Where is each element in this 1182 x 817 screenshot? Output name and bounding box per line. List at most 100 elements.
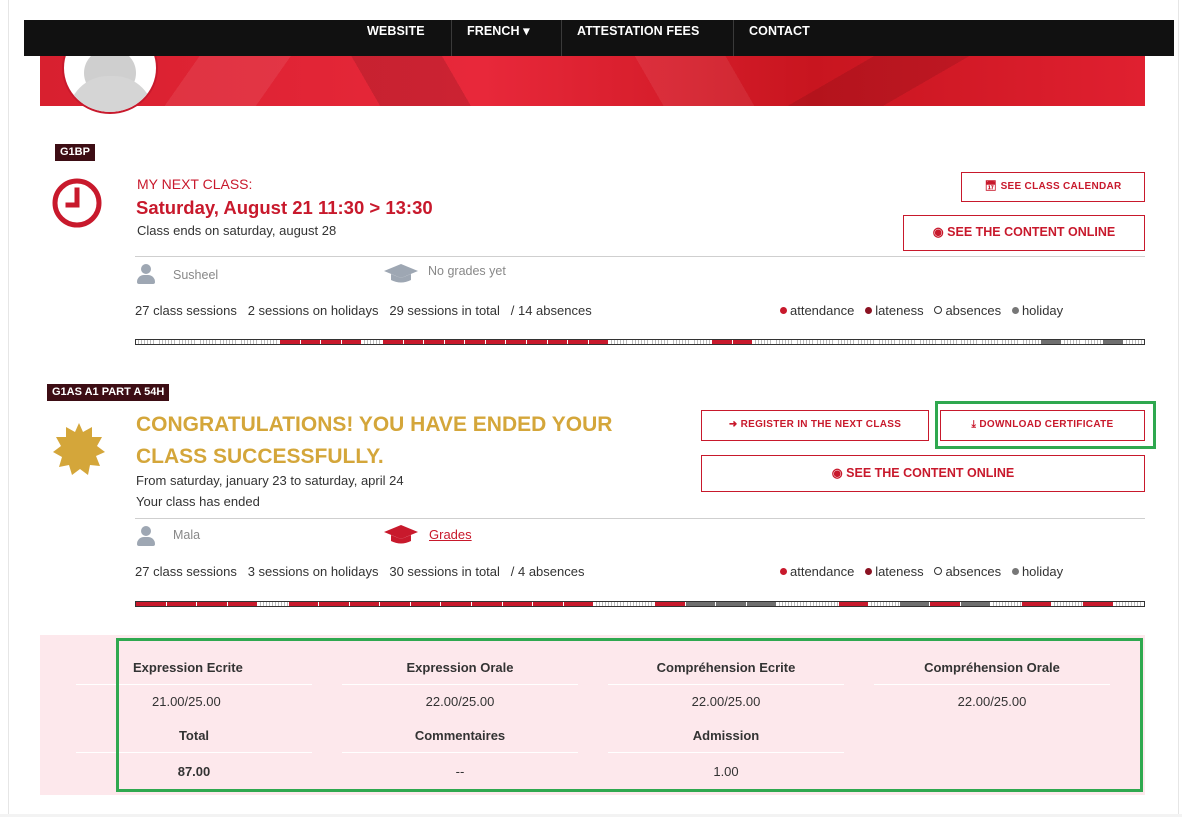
session-segment-holiday xyxy=(1041,340,1063,344)
legend-absences-dot xyxy=(934,306,943,314)
highlight-box-certificate xyxy=(935,401,1156,449)
session-segment-absence xyxy=(979,340,1001,344)
session-segment-attendance xyxy=(444,340,466,344)
session-segment-absence xyxy=(1113,602,1145,606)
session-segment-absence xyxy=(876,340,898,344)
session-segment-attendance xyxy=(136,602,167,606)
session-segment-attendance xyxy=(588,340,610,344)
see-content-online-button[interactable]: ◉ SEE THE CONTENT ONLINE xyxy=(701,455,1145,492)
profile-banner xyxy=(40,56,1145,106)
legend-absences: absences xyxy=(934,303,1001,318)
session-segment-attendance xyxy=(227,602,259,606)
session-segment-attendance xyxy=(485,340,507,344)
session-segment-absence xyxy=(1000,340,1021,344)
legend-attendance: attendance xyxy=(780,303,854,318)
user-icon xyxy=(137,264,155,284)
session-segment-absence xyxy=(856,340,877,344)
session-segment-attendance xyxy=(1082,602,1114,606)
session-segment-absence xyxy=(1082,340,1104,344)
session-segment-absence xyxy=(777,602,809,606)
grades-link[interactable]: Grades xyxy=(429,527,472,542)
session-segment-absence xyxy=(362,340,383,344)
session-segment-absence xyxy=(259,340,281,344)
session-segment-attendance xyxy=(403,340,425,344)
legend-holiday-dot xyxy=(1011,307,1019,314)
session-segment-absence xyxy=(794,340,816,344)
session-segment-absence xyxy=(815,340,836,344)
nav-website[interactable]: WEBSITE xyxy=(367,20,425,56)
see-content-online-button[interactable]: ◉ SEE THE CONTENT ONLINE xyxy=(903,215,1145,251)
session-segment-absence xyxy=(156,340,178,344)
session-segment-attendance xyxy=(506,340,527,344)
session-stats: 27 class sessions 3 sessions on holidays… xyxy=(135,564,585,579)
session-segment-absence xyxy=(835,340,857,344)
nav-contact[interactable]: CONTACT xyxy=(749,20,810,56)
avatar-body xyxy=(68,76,154,112)
session-stats: 27 class sessions 2 sessions on holidays… xyxy=(135,303,592,318)
class-status: Your class has ended xyxy=(136,494,260,509)
session-segment-attendance xyxy=(1021,602,1053,606)
nav-attestation-fees[interactable]: ATTESTATION FEES xyxy=(577,20,699,56)
session-segment-attendance xyxy=(547,340,569,344)
session-segment-absence xyxy=(1062,340,1083,344)
session-segment-attendance xyxy=(930,602,961,606)
session-progress-bar xyxy=(135,601,1145,607)
session-segment-absence xyxy=(1052,602,1083,606)
teacher-name: Mala xyxy=(173,528,201,542)
class-code-badge: G1AS A1 PART A 54H xyxy=(47,384,170,401)
session-segment-absence xyxy=(691,340,713,344)
legend-lateness-dot xyxy=(865,307,873,314)
session-segment-holiday xyxy=(746,602,778,606)
session-segment-attendance xyxy=(472,602,503,606)
session-segment-attendance xyxy=(341,340,363,344)
session-segment-absence xyxy=(197,340,219,344)
session-segment-attendance xyxy=(382,340,404,344)
session-segment-absence xyxy=(238,340,260,344)
session-segment-attendance xyxy=(166,602,198,606)
session-segment-attendance xyxy=(712,340,733,344)
legend-lateness: lateness xyxy=(865,303,924,318)
nav-separator xyxy=(733,20,734,56)
session-segment-absence xyxy=(1123,340,1145,344)
session-segment-attendance xyxy=(319,602,350,606)
nav-separator xyxy=(561,20,562,56)
nav-french-dropdown[interactable]: FRENCH ▾ xyxy=(467,20,530,56)
session-segment-attendance xyxy=(563,602,595,606)
graduation-cap-icon xyxy=(384,264,418,283)
session-progress-bar xyxy=(135,339,1145,345)
legend-holiday: holiday xyxy=(1011,303,1063,318)
session-segment-attendance xyxy=(300,340,322,344)
session-segment-holiday xyxy=(716,602,747,606)
legend-attendance-dot xyxy=(780,568,787,575)
calendar-icon: 📅︎ xyxy=(984,181,998,192)
session-segment-attendance xyxy=(349,602,381,606)
session-segment-attendance xyxy=(732,340,754,344)
session-segment-absence xyxy=(671,340,692,344)
divider xyxy=(135,256,1145,257)
grades-status: No grades yet xyxy=(428,264,506,278)
highlight-box-grades xyxy=(116,638,1143,792)
session-segment-attendance xyxy=(465,340,486,344)
session-segment-absence xyxy=(773,340,795,344)
session-segment-attendance xyxy=(502,602,534,606)
session-segment-attendance xyxy=(280,340,301,344)
page-frame-left xyxy=(8,0,9,817)
session-legend: attendance lateness absences holiday xyxy=(780,564,1063,579)
page-frame-right xyxy=(1178,0,1179,817)
session-segment-attendance xyxy=(838,602,870,606)
see-class-calendar-button[interactable]: 📅︎ SEE CLASS CALENDAR xyxy=(961,172,1145,202)
graduation-cap-icon xyxy=(384,525,418,544)
session-segment-absence xyxy=(624,602,656,606)
register-next-class-button[interactable]: ➜ REGISTER IN THE NEXT CLASS xyxy=(701,410,929,441)
session-segment-attendance xyxy=(441,602,473,606)
session-segment-attendance xyxy=(424,340,445,344)
user-icon xyxy=(137,526,155,546)
session-segment-attendance xyxy=(321,340,342,344)
globe-icon: ◉ xyxy=(932,225,944,239)
nav-separator xyxy=(451,20,452,56)
session-segment-absence xyxy=(753,340,774,344)
congrats-heading: CONGRATULATIONS! YOU HAVE ENDED YOUR xyxy=(136,413,613,436)
session-segment-attendance xyxy=(410,602,442,606)
user-icon-head xyxy=(141,264,151,274)
legend-attendance: attendance xyxy=(780,564,854,579)
